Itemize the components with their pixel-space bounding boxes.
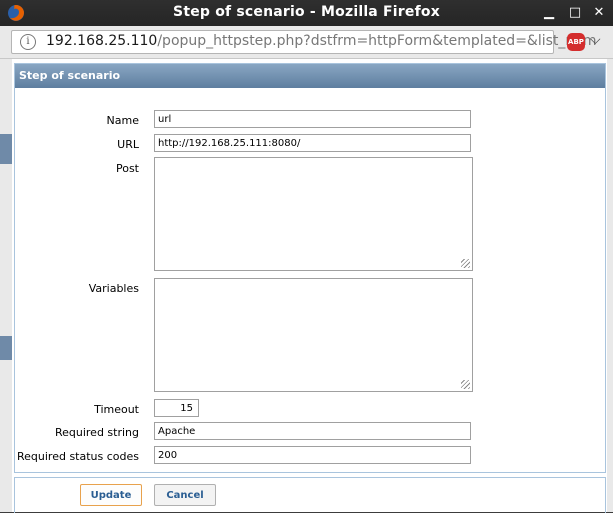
variables-label: Variables	[88, 282, 139, 295]
url-path: /popup_httpstep.php?dstfrm=httpForm&temp…	[157, 33, 597, 49]
background-page-header-strip	[0, 134, 12, 164]
adblock-icon[interactable]: ABP	[567, 33, 585, 51]
update-button[interactable]: Update	[80, 484, 142, 506]
name-input[interactable]: url	[154, 110, 471, 128]
post-label: Post	[115, 162, 139, 175]
minimize-icon[interactable]: ▁	[539, 3, 559, 23]
panel-title: Step of scenario	[15, 64, 605, 88]
timeout-label: Timeout	[94, 403, 139, 416]
required-status-codes-label: Required status codes	[16, 450, 139, 463]
info-icon[interactable]: i	[20, 34, 36, 50]
navigation-bar: i 192.168.25.110/popup_httpstep.php?dstf…	[0, 26, 613, 59]
window-titlebar: Step of scenario - Mozilla Firefox ▁ □ ✕	[0, 0, 613, 26]
name-label: Name	[106, 114, 139, 127]
background-page-header-strip	[0, 336, 12, 360]
popup-content: Step of scenario Name url URL http://192…	[12, 59, 607, 513]
window-title: Step of scenario - Mozilla Firefox	[173, 4, 440, 20]
url-input[interactable]: http://192.168.25.111:8080/	[154, 134, 471, 152]
required-status-codes-input[interactable]: 200	[154, 446, 471, 464]
url-label: URL	[117, 138, 139, 151]
chevron-down-icon[interactable]: ⌵	[590, 32, 601, 48]
background-page-left	[0, 58, 12, 512]
required-string-input[interactable]: Apache	[154, 422, 471, 440]
url-host: 192.168.25.110	[46, 33, 158, 49]
url-bar[interactable]: i 192.168.25.110/popup_httpstep.php?dstf…	[11, 30, 597, 54]
variables-textarea[interactable]	[154, 278, 473, 392]
close-icon[interactable]: ✕	[589, 3, 609, 23]
post-textarea[interactable]	[154, 157, 473, 271]
background-page-right	[607, 58, 613, 512]
cancel-button[interactable]: Cancel	[154, 484, 216, 506]
url-text[interactable]: 192.168.25.110/popup_httpstep.php?dstfrm…	[46, 33, 597, 49]
step-form-panel: Step of scenario Name url URL http://192…	[14, 63, 606, 473]
timeout-input[interactable]: 15	[154, 399, 199, 417]
form-footer: Update Cancel	[14, 477, 606, 513]
required-string-label: Required string	[54, 426, 139, 439]
maximize-icon[interactable]: □	[565, 3, 585, 23]
resize-grip-icon[interactable]	[461, 259, 470, 268]
resize-grip-icon[interactable]	[461, 380, 470, 389]
